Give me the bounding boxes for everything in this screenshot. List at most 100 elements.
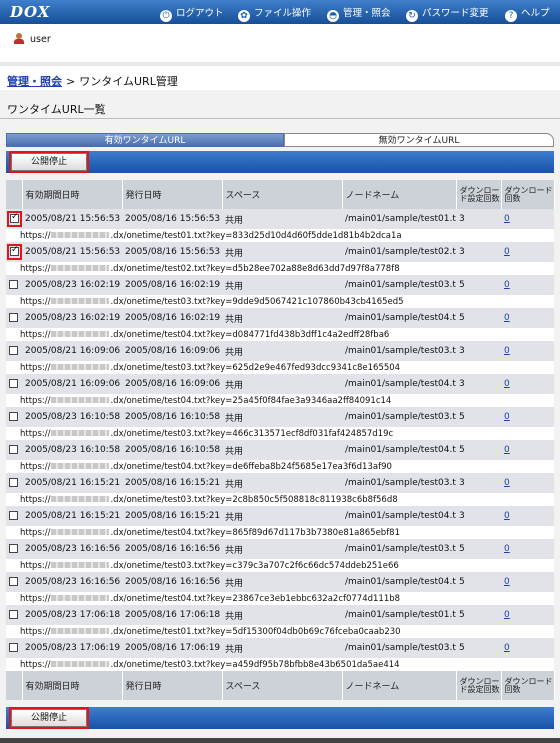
- header-node[interactable]: ノードネーム: [342, 180, 457, 209]
- row-download-count-link[interactable]: 0: [504, 412, 510, 422]
- row-url-prefix: https://: [20, 527, 51, 538]
- table-row-url: https:// .dx/onetime/test01.txt?key=833d2…: [6, 229, 554, 242]
- table-row: 2005/08/23 16:02:19 2005/08/16 16:02:19 共用…: [6, 275, 554, 295]
- stop-publish-button-top[interactable]: 公開停止: [9, 151, 89, 173]
- row-url-suffix: .dx/onetime/test04.txt?key=23867ce3eb1eb…: [110, 593, 401, 604]
- row-checkbox[interactable]: [10, 212, 19, 223]
- row-expires: 2005/08/21 16:09:06: [22, 374, 122, 394]
- nav-manage[interactable]: ◓ 管理・照会: [327, 5, 391, 22]
- table-row: 2005/08/23 17:06:19 2005/08/16 17:06:19 共用…: [6, 638, 554, 658]
- row-download-count-link[interactable]: 0: [504, 478, 510, 488]
- row-checkbox[interactable]: [9, 313, 18, 322]
- row-download-count-link[interactable]: 0: [504, 379, 510, 389]
- table-footer-header: 有効期間日時 発行日時 スペース ノードネーム ダウンロード設定回数 ダウンロー…: [6, 671, 555, 700]
- breadcrumb-current: ワンタイムURL管理: [79, 75, 178, 88]
- row-checkbox-highlight: [9, 346, 18, 356]
- row-checkbox[interactable]: [9, 280, 18, 289]
- row-download-count-link[interactable]: 0: [504, 511, 510, 521]
- row-checkbox[interactable]: [9, 445, 18, 454]
- row-download-count-link[interactable]: 0: [504, 610, 510, 620]
- row-checkbox[interactable]: [9, 379, 18, 388]
- row-url-prefix: https://: [20, 362, 51, 373]
- row-checkbox[interactable]: [10, 245, 19, 256]
- row-download-count-link[interactable]: 0: [504, 544, 510, 554]
- row-checkbox[interactable]: [9, 544, 18, 553]
- table-row: 2005/08/23 16:16:56 2005/08/16 16:16:56 共用…: [6, 572, 554, 592]
- row-download-count-cell: 0: [501, 242, 554, 262]
- row-checkbox[interactable]: [9, 610, 18, 619]
- row-checkbox[interactable]: [9, 511, 18, 520]
- row-expires: 2005/08/21 16:15:21: [22, 506, 122, 526]
- row-url-suffix: .dx/onetime/test03.txt?key=c379c3a707c2f…: [110, 560, 399, 571]
- row-download-limit: 5: [456, 308, 501, 328]
- row-url: https:// .dx/onetime/test03.txt?key=466c3…: [6, 427, 554, 440]
- table-header: 有効期間日時 発行日時 スペース ノードネーム ダウンロード設定回数 ダウンロー…: [6, 180, 555, 209]
- row-checkbox[interactable]: [9, 346, 18, 355]
- nav-logout[interactable]: ⏻ ログアウト: [160, 5, 224, 22]
- stop-publish-button-bottom[interactable]: 公開停止: [9, 707, 89, 729]
- row-node: /main01/sample/test01.txt: [342, 605, 456, 625]
- row-download-count-cell: 0: [501, 209, 554, 229]
- row-download-count-link[interactable]: 0: [504, 643, 510, 653]
- header-issued[interactable]: 発行日時: [122, 671, 223, 700]
- row-download-count-cell: 0: [501, 341, 554, 361]
- row-url-prefix: https://: [20, 659, 51, 670]
- row-node: /main01/sample/test04.txt: [342, 440, 456, 460]
- redacted-host: [51, 562, 110, 568]
- header-expires[interactable]: 有効期間日時: [22, 671, 123, 700]
- row-download-count-link[interactable]: 0: [504, 313, 510, 323]
- row-node: /main01/sample/test04.txt: [342, 506, 456, 526]
- row-checkbox-highlight: [9, 445, 18, 455]
- breadcrumb-parent-link[interactable]: 管理・照会: [7, 75, 62, 88]
- tab-active-urls[interactable]: 有効ワンタイムURL: [6, 133, 284, 147]
- row-checkbox[interactable]: [9, 412, 18, 421]
- row-expires: 2005/08/21 15:56:53: [22, 209, 122, 229]
- row-checkbox-highlight: [9, 610, 18, 620]
- action-bar-top: [6, 151, 554, 173]
- tab-inactive-urls[interactable]: 無効ワンタイムURL: [284, 133, 554, 147]
- row-node: /main01/sample/test03.txt: [342, 275, 456, 295]
- header-download-limit[interactable]: ダウンロード設定回数: [456, 671, 502, 700]
- row-checkbox-highlight: [9, 511, 18, 521]
- row-select-cell: [6, 506, 22, 526]
- header-issued[interactable]: 発行日時: [122, 180, 223, 209]
- row-node: /main01/sample/test02.txt: [342, 242, 456, 262]
- row-issued: 2005/08/16 16:15:21: [122, 473, 222, 493]
- row-select-cell: [6, 638, 22, 658]
- row-download-limit: 3: [456, 374, 501, 394]
- header-expires[interactable]: 有効期間日時: [22, 180, 123, 209]
- user-avatar-icon: [14, 33, 24, 44]
- row-checkbox[interactable]: [9, 478, 18, 487]
- row-issued: 2005/08/16 16:15:21: [122, 506, 222, 526]
- row-issued: 2005/08/16 16:02:19: [122, 308, 222, 328]
- redacted-host: [51, 496, 110, 502]
- redacted-host: [51, 298, 110, 304]
- row-checkbox[interactable]: [9, 577, 18, 586]
- row-download-count-link[interactable]: 0: [504, 247, 510, 257]
- row-download-count-link[interactable]: 0: [504, 214, 510, 224]
- header-node[interactable]: ノードネーム: [342, 671, 457, 700]
- row-checkbox-highlight: [9, 280, 18, 290]
- row-download-count-link[interactable]: 0: [504, 280, 510, 290]
- header-download-count[interactable]: ダウンロード回数: [501, 180, 555, 209]
- header-space[interactable]: スペース: [222, 180, 343, 209]
- header-space[interactable]: スペース: [222, 671, 343, 700]
- nav-help[interactable]: ? ヘルプ: [505, 5, 550, 22]
- row-download-count-link[interactable]: 0: [504, 445, 510, 455]
- nav-file-ops[interactable]: ✿ ファイル操作: [238, 5, 311, 22]
- header-download-count[interactable]: ダウンロード回数: [501, 671, 555, 700]
- row-select-cell: [6, 374, 22, 394]
- nav-password-change[interactable]: ↻ パスワード変更: [406, 5, 489, 22]
- row-url: https:// .dx/onetime/test04.txt?key=25a45…: [6, 394, 554, 407]
- row-url: https:// .dx/onetime/test04.txt?key=23867…: [6, 592, 554, 605]
- row-download-count-link[interactable]: 0: [504, 346, 510, 356]
- table-row: 2005/08/23 16:02:19 2005/08/16 16:02:19 共用…: [6, 308, 554, 328]
- header-download-limit[interactable]: ダウンロード設定回数: [456, 180, 502, 209]
- row-issued: 2005/08/16 16:02:19: [122, 275, 222, 295]
- row-space: 共用: [222, 440, 342, 460]
- row-select-cell: [6, 572, 22, 592]
- breadcrumb: 管理・照会 > ワンタイムURL管理: [7, 73, 178, 89]
- row-select-cell: [6, 209, 22, 229]
- row-download-count-link[interactable]: 0: [504, 577, 510, 587]
- row-checkbox[interactable]: [9, 643, 18, 652]
